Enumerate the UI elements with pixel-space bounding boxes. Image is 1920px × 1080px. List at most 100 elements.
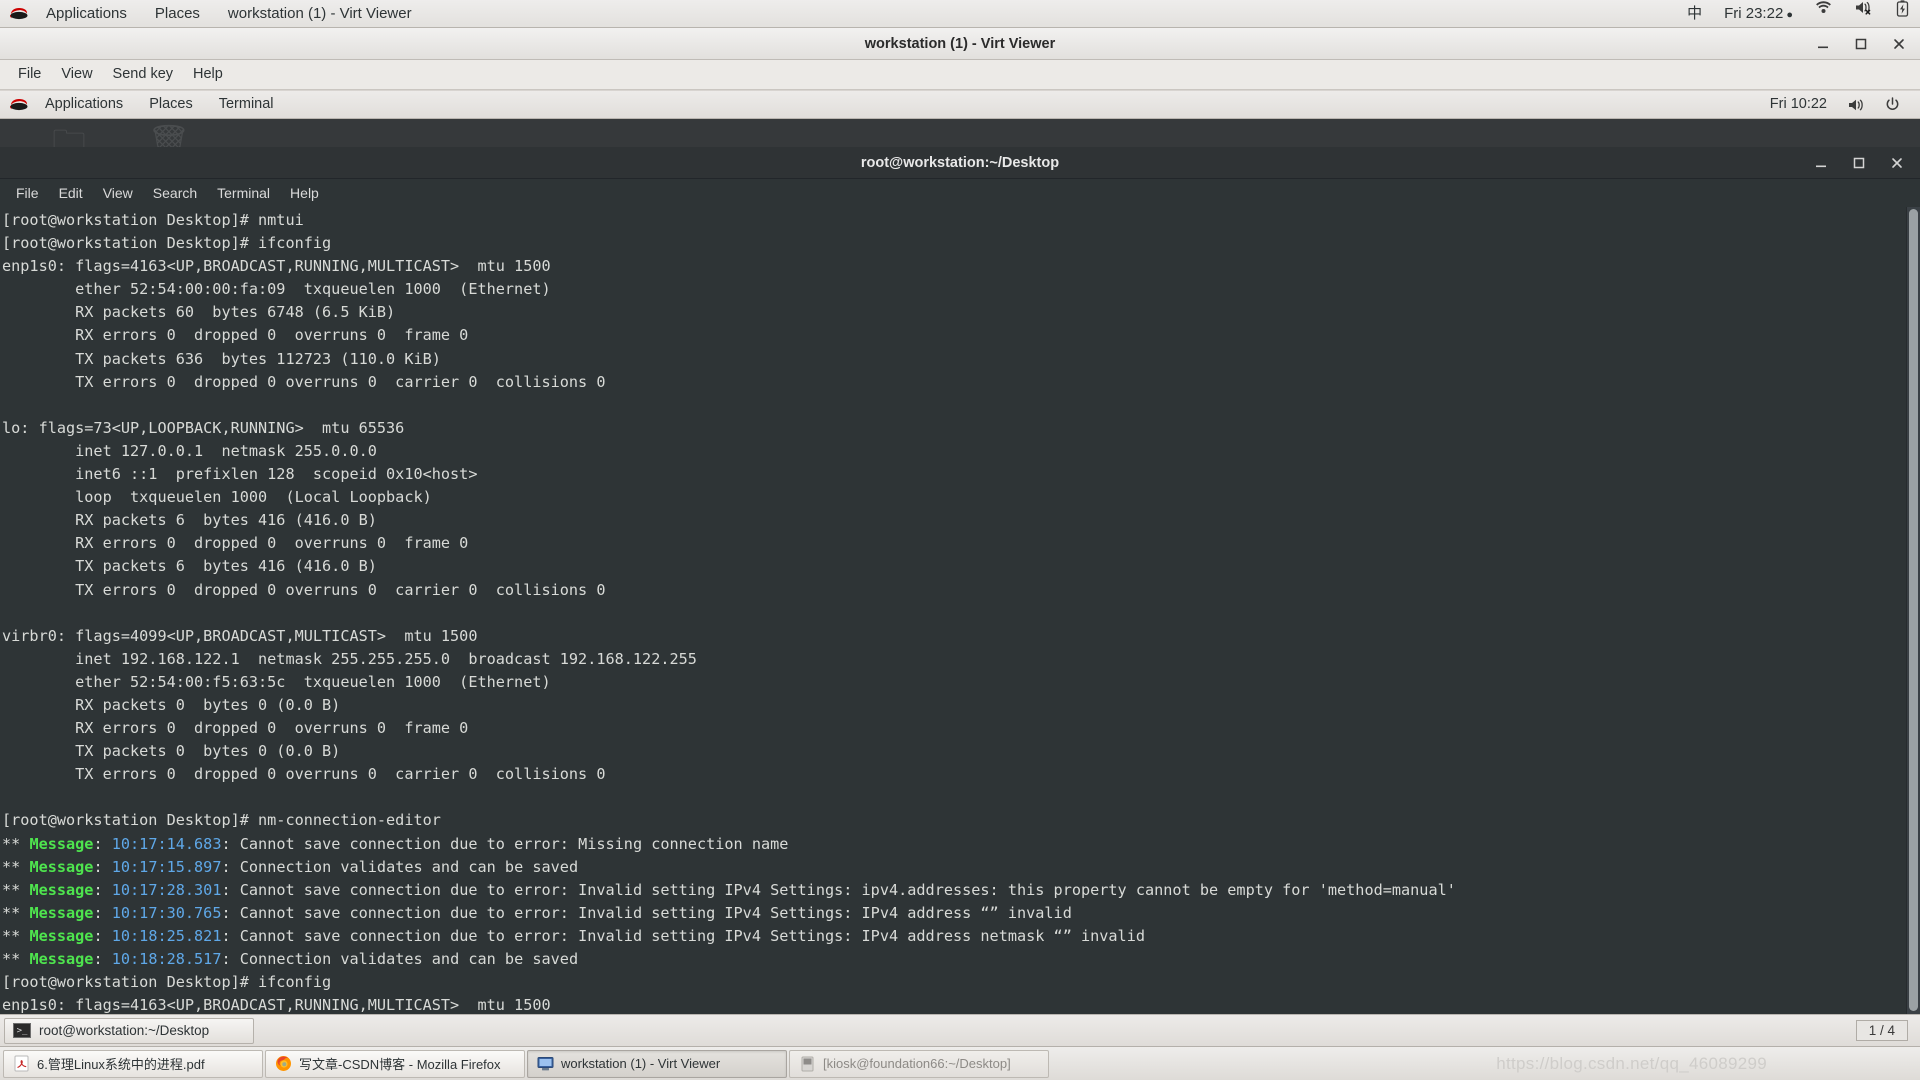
vv-menu-file[interactable]: File	[8, 60, 51, 89]
guest-redhat-icon[interactable]	[8, 97, 30, 113]
host-applications-menu[interactable]: Applications	[32, 0, 141, 27]
terminal-line: ** Message: 10:18:25.821: Cannot save co…	[2, 925, 1906, 948]
guest-window-button-terminal[interactable]: >_ root@workstation:~/Desktop	[4, 1018, 254, 1044]
terminal-line: TX errors 0 dropped 0 overruns 0 carrier…	[2, 763, 1906, 786]
battery-charging-icon[interactable]	[1885, 0, 1920, 27]
terminal-titlebar[interactable]: root@workstation:~/Desktop	[0, 147, 1920, 179]
terminal-line	[2, 786, 1906, 809]
term-menu-file[interactable]: File	[6, 180, 49, 207]
terminal-line: RX errors 0 dropped 0 overruns 0 frame 0	[2, 324, 1906, 347]
term-menu-terminal[interactable]: Terminal	[207, 180, 280, 207]
virt-viewer-window-controls	[1814, 35, 1920, 53]
pdf-icon	[12, 1055, 30, 1073]
terminal-line: RX packets 60 bytes 6748 (6.5 KiB)	[2, 301, 1906, 324]
terminal-line: ether 52:54:00:f5:63:5c txqueuelen 1000 …	[2, 671, 1906, 694]
guest-window-button-label: root@workstation:~/Desktop	[39, 1023, 209, 1038]
taskbar-button-label: 写文章-CSDN博客 - Mozilla Firefox	[299, 1054, 501, 1073]
virt-viewer-menubar: File View Send key Help	[0, 60, 1920, 90]
host-active-window-label[interactable]: workstation (1) - Virt Viewer	[214, 0, 426, 27]
workspace-switcher[interactable]: 1 / 4	[1856, 1020, 1908, 1041]
terminal-line: loop txqueuelen 1000 (Local Loopback)	[2, 486, 1906, 509]
volume-icon[interactable]	[1837, 98, 1875, 112]
term-menu-help[interactable]: Help	[280, 180, 329, 207]
terminal-line: RX packets 6 bytes 416 (416.0 B)	[2, 509, 1906, 532]
terminal-line: TX packets 6 bytes 416 (416.0 B)	[2, 555, 1906, 578]
terminal-line	[2, 394, 1906, 417]
terminal-line: virbr0: flags=4099<UP,BROADCAST,MULTICAS…	[2, 625, 1906, 648]
host-panel-indicators: 中 Fri 23:22 ●	[1676, 0, 1920, 27]
terminal-line: inet 192.168.122.1 netmask 255.255.255.0…	[2, 648, 1906, 671]
guest-panel-indicators: Fri 10:22	[1760, 91, 1920, 118]
terminal-title: root@workstation:~/Desktop	[0, 155, 1920, 171]
terminal-window: root@workstation:~/Desktop	[0, 147, 1920, 1042]
vv-menu-send-key[interactable]: Send key	[103, 60, 183, 89]
terminal-icon: >_	[13, 1023, 31, 1038]
taskbar-button-virt-viewer[interactable]: workstation (1) - Virt Viewer	[527, 1050, 787, 1078]
terminal-line: ether 52:54:00:00:fa:09 txqueuelen 1000 …	[2, 278, 1906, 301]
taskbar-button-firefox[interactable]: 写文章-CSDN博客 - Mozilla Firefox	[265, 1050, 525, 1078]
terminal-line: ** Message: 10:17:15.897: Connection val…	[2, 856, 1906, 879]
term-menu-edit[interactable]: Edit	[49, 180, 93, 207]
scrollbar-thumb[interactable]	[1909, 209, 1918, 1011]
virt-viewer-title: workstation (1) - Virt Viewer	[0, 36, 1920, 52]
terminal-line: [root@workstation Desktop]# ifconfig	[2, 971, 1906, 994]
host-places-menu[interactable]: Places	[141, 0, 214, 27]
taskbar-button-pdf[interactable]: 6.管理Linux系统中的进程.pdf	[3, 1050, 263, 1078]
term-menu-search[interactable]: Search	[143, 180, 207, 207]
terminal-line: RX packets 0 bytes 0 (0.0 B)	[2, 694, 1906, 717]
term-menu-view[interactable]: View	[93, 180, 143, 207]
terminal-line	[2, 602, 1906, 625]
terminal-window-controls	[1812, 154, 1920, 172]
terminal-line: [root@workstation Desktop]# nm-connectio…	[2, 809, 1906, 832]
terminal-minimize-icon[interactable]	[1812, 154, 1830, 172]
terminal-line: [root@workstation Desktop]# ifconfig	[2, 232, 1906, 255]
terminal-line: inet 127.0.0.1 netmask 255.0.0.0	[2, 440, 1906, 463]
maximize-icon[interactable]	[1852, 35, 1870, 53]
vv-menu-help[interactable]: Help	[183, 60, 233, 89]
terminal-menubar: File Edit View Search Terminal Help	[0, 179, 1920, 207]
host-clock-label: Fri 23:22	[1724, 5, 1783, 22]
terminal-scrollbar[interactable]	[1906, 207, 1920, 1042]
guest-terminal-menu[interactable]: Terminal	[206, 91, 287, 118]
host-clock[interactable]: Fri 23:22 ●	[1713, 0, 1804, 27]
redhat-icon[interactable]	[8, 6, 30, 22]
terminal-line: RX errors 0 dropped 0 overruns 0 frame 0	[2, 717, 1906, 740]
firefox-icon	[274, 1055, 292, 1073]
terminal-line: ** Message: 10:17:30.765: Cannot save co…	[2, 902, 1906, 925]
volume-muted-icon[interactable]	[1843, 0, 1885, 27]
terminal-line: TX errors 0 dropped 0 overruns 0 carrier…	[2, 579, 1906, 602]
taskbar-button-label: 6.管理Linux系统中的进程.pdf	[37, 1054, 205, 1073]
guest-top-panel: Applications Places Terminal Fri 10:22	[0, 91, 1920, 119]
guest-desktop: Applications Places Terminal Fri 10:22	[0, 91, 1920, 1046]
host-top-panel: Applications Places workstation (1) - Vi…	[0, 0, 1920, 28]
guest-wallpaper: 🗀 root 🗑 Trash 西部开源 root@workstation:~/D…	[0, 119, 1920, 1014]
terminal-body[interactable]: [root@workstation Desktop]# nmtui[root@w…	[0, 207, 1920, 1042]
input-method-icon[interactable]: 中	[1676, 0, 1713, 27]
terminal-line: [root@workstation Desktop]# nmtui	[2, 209, 1906, 232]
guest-taskbar-right: 1 / 4	[1856, 1020, 1916, 1041]
terminal-line: RX errors 0 dropped 0 overruns 0 frame 0	[2, 532, 1906, 555]
terminal-output[interactable]: [root@workstation Desktop]# nmtui[root@w…	[0, 207, 1906, 1042]
guest-clock[interactable]: Fri 10:22	[1760, 91, 1837, 118]
virt-viewer-titlebar[interactable]: workstation (1) - Virt Viewer	[0, 28, 1920, 60]
minimize-icon[interactable]	[1814, 35, 1832, 53]
guest-taskbar: >_ root@workstation:~/Desktop 1 / 4	[0, 1014, 1920, 1046]
wifi-icon[interactable]	[1804, 0, 1843, 27]
close-icon[interactable]	[1890, 35, 1908, 53]
virt-viewer-window: workstation (1) - Virt Viewer File View …	[0, 28, 1920, 1046]
terminal-line: inet6 ::1 prefixlen 128 scopeid 0x10<hos…	[2, 463, 1906, 486]
terminal-line: TX errors 0 dropped 0 overruns 0 carrier…	[2, 371, 1906, 394]
guest-places-menu[interactable]: Places	[136, 91, 206, 118]
terminal-icon	[798, 1055, 816, 1073]
guest-applications-menu[interactable]: Applications	[32, 91, 136, 118]
power-icon[interactable]	[1875, 97, 1910, 112]
vv-menu-view[interactable]: View	[51, 60, 102, 89]
terminal-close-icon[interactable]	[1888, 154, 1906, 172]
terminal-maximize-icon[interactable]	[1850, 154, 1868, 172]
taskbar-button-kiosk-terminal[interactable]: [kiosk@foundation66:~/Desktop]	[789, 1050, 1049, 1078]
virt-viewer-icon	[536, 1055, 554, 1073]
terminal-line: TX packets 636 bytes 112723 (110.0 KiB)	[2, 348, 1906, 371]
taskbar-button-label: [kiosk@foundation66:~/Desktop]	[823, 1056, 1011, 1071]
terminal-line: enp1s0: flags=4163<UP,BROADCAST,RUNNING,…	[2, 255, 1906, 278]
terminal-line: ** Message: 10:17:28.301: Cannot save co…	[2, 879, 1906, 902]
